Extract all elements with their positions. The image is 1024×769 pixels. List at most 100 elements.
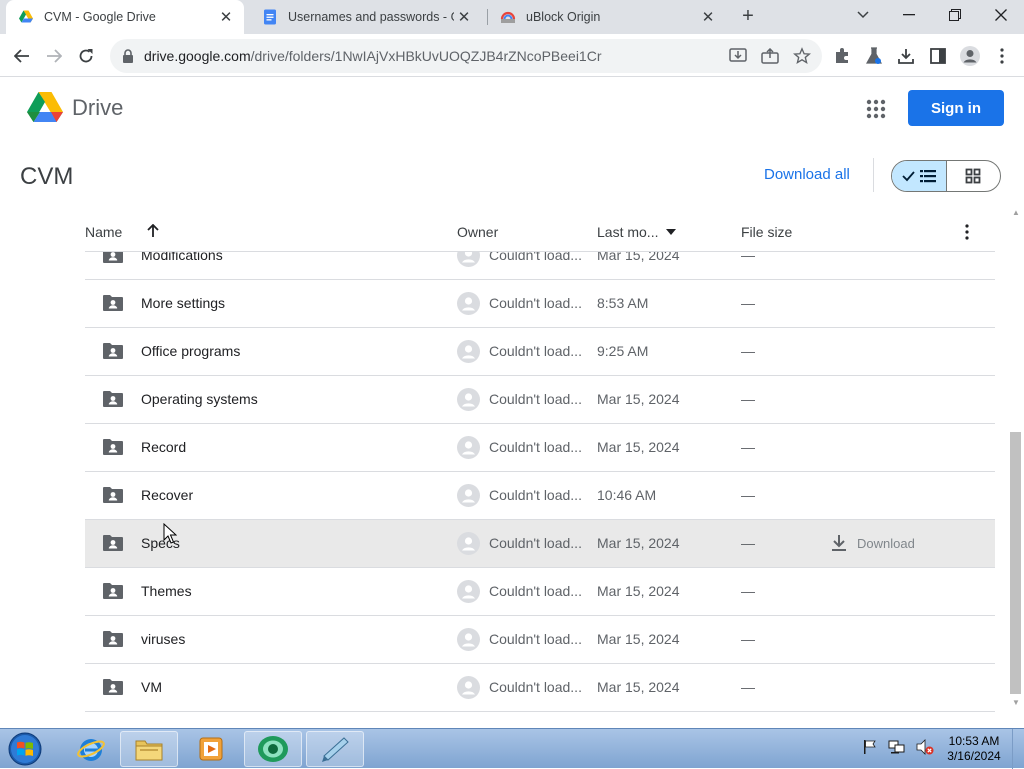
ublock-icon (500, 11, 516, 23)
file-size: — (741, 631, 755, 647)
file-size: — (741, 679, 755, 695)
address-bar[interactable]: drive.google.com/drive/folders/1NwIAjVxH… (110, 39, 822, 73)
close-tab-icon[interactable]: ✕ (454, 7, 474, 27)
lock-icon (123, 49, 133, 63)
tab-cvm-google-drive[interactable]: CVM - Google Drive ✕ (6, 0, 244, 34)
grid-icon (965, 168, 981, 184)
folder-title: CVM (20, 163, 74, 190)
forward-button[interactable] (40, 42, 68, 70)
owner-avatar-icon (457, 628, 480, 651)
shared-folder-icon (103, 583, 123, 599)
file-size: — (741, 439, 755, 455)
show-desktop-button[interactable] (1012, 729, 1024, 769)
sort-dropdown-caret-icon[interactable] (666, 229, 676, 235)
google-apps-grid-icon[interactable] (866, 99, 886, 119)
windows-taskbar: 10:53 AM 3/16/2024 (0, 728, 1024, 769)
owner-avatar-icon (457, 252, 480, 267)
drive-header: Drive Sign in (0, 78, 1024, 140)
file-row[interactable]: Specs Couldn't load... Mar 15, 2024— Downlo… (85, 520, 995, 568)
file-owner: Couldn't load... (489, 487, 582, 503)
owner-column-header[interactable]: Owner (457, 224, 498, 240)
file-size: — (741, 391, 755, 407)
list-view-button[interactable] (892, 161, 947, 191)
name-column-header[interactable]: Name (85, 224, 122, 240)
restore-button[interactable] (932, 0, 978, 30)
labs-flask-icon[interactable] (860, 42, 888, 70)
file-name[interactable]: Record (141, 439, 186, 455)
download-icon (832, 535, 846, 551)
new-tab-button[interactable]: + (736, 5, 760, 29)
extensions-icon[interactable] (828, 42, 856, 70)
mouse-pointer-icon (163, 523, 177, 544)
scroll-up-arrow[interactable]: ▲ (1011, 208, 1021, 218)
row-download-button[interactable]: Download (831, 534, 915, 552)
file-row[interactable]: More settings Couldn't load... 8:53 AM — (85, 280, 995, 328)
last-modified-column-header[interactable]: Last mo... (597, 224, 658, 240)
file-name[interactable]: More settings (141, 295, 225, 311)
tab-search-chevron-icon[interactable] (840, 0, 886, 30)
view-toggle (891, 160, 1001, 192)
shared-folder-icon (103, 295, 123, 311)
file-name[interactable]: viruses (141, 631, 185, 647)
column-options-icon[interactable] (965, 224, 969, 240)
shared-folder-icon (103, 679, 123, 695)
file-row[interactable]: Themes Couldn't load... Mar 15, 2024 — (85, 568, 995, 616)
side-panel-icon[interactable] (924, 42, 952, 70)
bookmark-star-icon[interactable] (788, 42, 816, 70)
file-row[interactable]: Office programs Couldn't load... 9:25 AM — (85, 328, 995, 376)
owner-avatar-icon (457, 580, 480, 603)
file-last-modified: Mar 15, 2024 (597, 252, 680, 263)
browser-menu-icon[interactable] (988, 42, 1016, 70)
tab-ublock-origin[interactable]: uBlock Origin ✕ (488, 0, 726, 34)
clock-date: 3/16/2024 (947, 749, 1001, 763)
tab-usernames-passwords[interactable]: Usernames and passwords - Goo ✕ (250, 0, 482, 34)
media-player-taskbar-icon[interactable] (182, 731, 240, 767)
sort-ascending-arrow-icon[interactable] (147, 224, 159, 238)
file-name[interactable]: VM (141, 679, 162, 695)
scroll-down-arrow[interactable]: ▼ (1011, 698, 1021, 708)
file-row[interactable]: Modifications Couldn't load... Mar 15, 202… (85, 252, 995, 280)
file-row[interactable]: Operating systems Couldn't load... Mar 15,… (85, 376, 995, 424)
back-button[interactable] (8, 42, 36, 70)
minimize-button[interactable] (886, 0, 932, 30)
file-row[interactable]: VM Couldn't load... Mar 15, 2024 — (85, 664, 995, 712)
file-row[interactable]: Recover Couldn't load... 10:46 AM — (85, 472, 995, 520)
shared-folder-icon (103, 487, 123, 503)
downloads-icon[interactable] (892, 42, 920, 70)
file-owner: Couldn't load... (489, 252, 582, 263)
google-drive-logo[interactable] (26, 91, 64, 123)
file-name[interactable]: Recover (141, 487, 193, 503)
owner-avatar (457, 252, 480, 267)
file-name[interactable]: Operating systems (141, 391, 258, 407)
file-size-column-header[interactable]: File size (741, 224, 792, 240)
start-button[interactable] (4, 731, 46, 767)
shared-folder-icon (103, 252, 123, 263)
grid-view-button[interactable] (947, 161, 1001, 191)
sign-in-button[interactable]: Sign in (908, 90, 1004, 126)
close-tab-icon[interactable]: ✕ (216, 7, 236, 27)
close-window-button[interactable] (978, 0, 1024, 30)
profile-avatar-icon[interactable] (956, 42, 984, 70)
download-all-button[interactable]: Download all (764, 166, 850, 183)
owner-avatar-icon (457, 388, 480, 411)
taskbar-clock[interactable]: 10:53 AM 3/16/2024 (942, 734, 1006, 764)
share-icon[interactable] (756, 42, 784, 70)
browser-toolbar: drive.google.com/drive/folders/1NwIAjVxH… (0, 34, 1024, 77)
file-name[interactable]: Office programs (141, 343, 240, 359)
chrome-taskbar-icon[interactable] (244, 731, 302, 767)
file-row[interactable]: Record Couldn't load... Mar 15, 2024 — (85, 424, 995, 472)
file-row[interactable]: viruses Couldn't load... Mar 15, 2024 — (85, 616, 995, 664)
reload-button[interactable] (72, 42, 100, 70)
file-name[interactable]: Modifications (141, 252, 223, 263)
file-name[interactable]: Themes (141, 583, 192, 599)
install-app-icon[interactable] (724, 42, 752, 70)
action-center-flag-icon[interactable] (862, 739, 878, 755)
file-last-modified: Mar 15, 2024 (597, 439, 680, 455)
windows-explorer-taskbar-icon[interactable] (120, 731, 178, 767)
notepad-taskbar-icon[interactable] (306, 731, 364, 767)
internet-explorer-taskbar-icon[interactable] (62, 731, 120, 767)
volume-muted-icon[interactable] (916, 739, 934, 755)
close-tab-icon[interactable]: ✕ (698, 7, 718, 27)
network-icon[interactable] (888, 739, 906, 755)
scrollbar-thumb[interactable] (1010, 432, 1021, 694)
